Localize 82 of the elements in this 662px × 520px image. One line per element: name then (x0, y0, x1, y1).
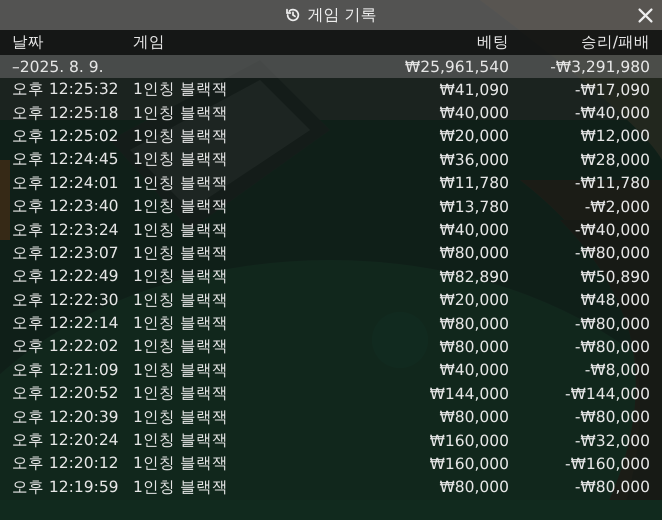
close-icon (636, 6, 654, 24)
game-cell-text: 1인칭 블랙잭 (133, 172, 229, 194)
game-cell-text: 1인칭 블랙잭 (133, 313, 229, 334)
bet-cell-text: ₩80,000 (438, 244, 509, 262)
game-cell-text: 1인칭 블랙잭 (133, 266, 229, 288)
game-cell-text: 1인칭 블랙잭 (133, 79, 229, 100)
result-cell-text: -₩80,000 (574, 338, 650, 356)
game-cell-text: 1인칭 블랙잭 (133, 102, 229, 124)
bet-cell-text: ₩20,000 (438, 291, 509, 310)
game-cell-text: 1인칭 블랙잭 (133, 196, 229, 218)
time-cell-text: 오후 12:22:02 (12, 336, 120, 358)
result-cell-text: -₩80,000 (574, 478, 650, 496)
column-header: 승리/패배 (580, 32, 650, 53)
bet-cell-text: ₩40,000 (438, 221, 509, 240)
game-cell-text: 1인칭 블랙잭 (133, 149, 229, 170)
time-cell-text: 오후 12:24:01 (12, 172, 120, 194)
game-cell-text: 1인칭 블랙잭 (133, 383, 229, 404)
bet-cell-text: ₩144,000 (428, 384, 509, 403)
result-cell-text: -₩160,000 (564, 454, 650, 473)
time-cell-text: 오후 12:24:45 (12, 149, 120, 170)
time-cell-text: 오후 12:25:18 (12, 102, 120, 124)
window-title: 게임 기록 (307, 4, 377, 26)
result-cell-text: -₩80,000 (574, 408, 650, 426)
time-cell-text: 오후 12:20:24 (12, 430, 120, 452)
time-cell-text: 오후 12:25:02 (12, 126, 120, 147)
game-cell-text: 1인칭 블랙잭 (133, 406, 229, 428)
game-cell-text: 1인칭 블랙잭 (133, 430, 229, 452)
column-header: 날짜 (12, 32, 45, 53)
bet-cell-text: ₩13,780 (438, 198, 509, 216)
game-cell-text: 1인칭 블랙잭 (133, 360, 229, 381)
bet-cell-text: ₩160,000 (428, 432, 509, 450)
result-cell-text: -₩11,780 (574, 174, 650, 192)
column-header: 베팅 (476, 32, 509, 53)
history-icon (285, 7, 302, 23)
game-cell-text: 1인칭 블랙잭 (133, 476, 229, 498)
result-cell-text: -₩80,000 (574, 244, 650, 262)
result-cell-text: -₩8,000 (584, 361, 650, 380)
result-cell-text: -₩80,000 (574, 314, 650, 333)
time-cell-text: 오후 12:20:39 (12, 406, 120, 428)
bet-cell-text: ₩80,000 (438, 338, 509, 356)
time-cell-text: 오후 12:25:32 (12, 79, 120, 100)
time-cell-text: 오후 12:22:30 (12, 290, 120, 311)
result-cell-text: -₩32,000 (574, 432, 650, 450)
bet-cell-text: ₩40,000 (438, 361, 509, 380)
result-cell-text: ₩50,890 (579, 268, 650, 286)
time-cell-text: 오후 12:20:12 (12, 453, 120, 474)
time-cell-text: 오후 12:22:14 (12, 313, 120, 334)
result-cell-text: ₩28,000 (579, 150, 650, 169)
result-cell-text: -₩2,000 (584, 198, 650, 216)
bet-cell-text: ₩11,780 (438, 174, 509, 192)
time-cell-text: 오후 12:23:40 (12, 196, 120, 218)
date-label: –2025. 8. 9. (12, 58, 105, 76)
result-total: -₩3,291,980 (549, 58, 650, 76)
game-cell-text: 1인칭 블랙잭 (133, 242, 229, 264)
bet-cell-text: ₩80,000 (438, 408, 509, 426)
time-cell-text: 오후 12:23:07 (12, 242, 120, 264)
time-cell-text: 오후 12:19:59 (12, 476, 120, 498)
bet-cell-text: ₩160,000 (428, 454, 509, 473)
game-cell-text: 1인칭 블랙잭 (133, 126, 229, 147)
result-cell-text: ₩12,000 (579, 127, 650, 146)
time-cell-text: 오후 12:21:09 (12, 360, 120, 381)
result-cell-text: -₩17,090 (574, 80, 650, 99)
game-cell-text: 1인칭 블랙잭 (133, 290, 229, 311)
time-cell-text: 오후 12:22:49 (12, 266, 120, 288)
game-cell-text: 1인칭 블랙잭 (133, 336, 229, 358)
game-cell-text: 1인칭 블랙잭 (133, 220, 229, 241)
bet-cell-text: ₩41,090 (438, 80, 509, 99)
result-cell-text: -₩144,000 (564, 384, 650, 403)
result-cell-text: ₩48,000 (579, 291, 650, 310)
result-cell-text: -₩40,000 (574, 221, 650, 240)
bet-cell-text: ₩80,000 (438, 478, 509, 496)
time-cell-text: 오후 12:23:24 (12, 220, 120, 241)
bet-total: ₩25,961,540 (404, 58, 509, 76)
bet-cell-text: ₩80,000 (438, 314, 509, 333)
bet-cell-text: ₩36,000 (438, 150, 509, 169)
bet-cell-text: ₩40,000 (438, 104, 509, 122)
bet-cell-text: ₩82,890 (438, 268, 509, 286)
column-header: 게임 (133, 32, 166, 53)
bet-cell-text: ₩20,000 (438, 127, 509, 146)
result-cell-text: -₩40,000 (574, 104, 650, 122)
time-cell-text: 오후 12:20:52 (12, 383, 120, 404)
game-cell-text: 1인칭 블랙잭 (133, 453, 229, 474)
